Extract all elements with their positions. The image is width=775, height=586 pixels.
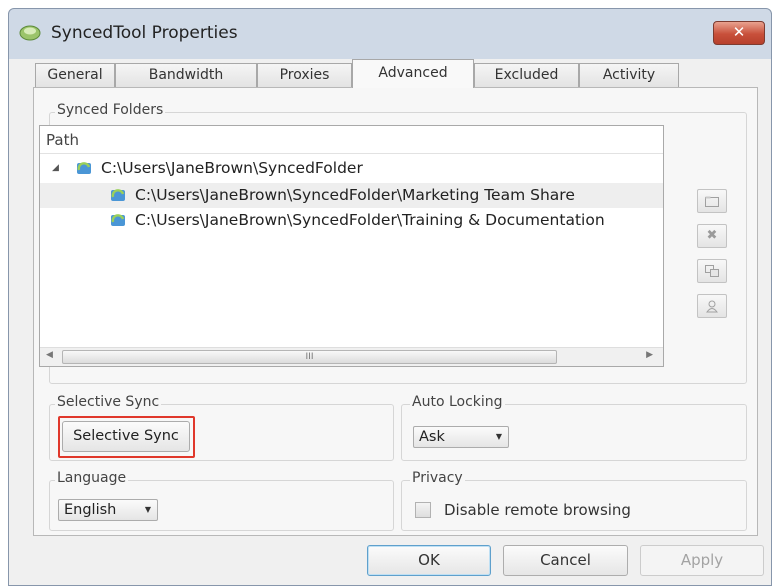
auto-locking-select[interactable]: Ask ▼	[413, 426, 509, 448]
tab-proxies[interactable]: Proxies	[257, 63, 352, 87]
cancel-button[interactable]: Cancel	[503, 545, 628, 576]
tab-advanced[interactable]: Advanced	[352, 59, 474, 88]
window-title: SyncedTool Properties	[51, 23, 238, 43]
folder-icon	[705, 196, 719, 207]
synced-folder-icon	[111, 189, 125, 201]
close-icon: ✕	[732, 23, 746, 41]
synced-folders-tree[interactable]: Path ◢ C:\Users\JaneBrown\SyncedFolder C…	[39, 125, 664, 367]
close-button[interactable]: ✕	[713, 21, 765, 45]
synced-folders-label: Synced Folders	[55, 102, 166, 118]
folder-path: C:\Users\JaneBrown\SyncedFolder\Marketin…	[135, 186, 575, 204]
scroll-grip-icon: III	[305, 352, 314, 362]
scroll-thumb[interactable]: III	[62, 350, 557, 364]
tab-bandwidth[interactable]: Bandwidth	[115, 63, 257, 87]
copy-folder-button[interactable]	[697, 259, 727, 283]
selective-sync-label: Selective Sync	[55, 394, 162, 410]
scroll-left-icon[interactable]: ◀	[46, 350, 53, 360]
auto-locking-label: Auto Locking	[410, 394, 505, 410]
dropdown-arrow-icon: ▼	[144, 505, 151, 514]
language-label: Language	[55, 470, 129, 486]
tab-activity[interactable]: Activity	[579, 63, 679, 87]
privacy-label: Privacy	[410, 470, 465, 486]
scroll-right-icon[interactable]: ▶	[646, 350, 653, 360]
dialog-client-area: General Bandwidth Proxies Advanced Exclu…	[9, 59, 771, 585]
collapse-arrow-icon[interactable]: ◢	[52, 156, 59, 181]
folder-path: C:\Users\JaneBrown\SyncedFolder	[101, 159, 363, 177]
tree-row[interactable]: C:\Users\JaneBrown\SyncedFolder\Marketin…	[40, 183, 663, 208]
tree-row[interactable]: C:\Users\JaneBrown\SyncedFolder\Training…	[40, 208, 663, 233]
horizontal-scrollbar[interactable]: ◀ III ▶	[40, 347, 663, 366]
tree-row[interactable]: ◢ C:\Users\JaneBrown\SyncedFolder	[40, 156, 663, 181]
tab-excluded[interactable]: Excluded	[474, 63, 579, 87]
app-icon	[19, 25, 41, 41]
disable-remote-browsing-checkbox[interactable]	[415, 502, 431, 518]
properties-window: SyncedTool Properties ✕ General Bandwidt…	[8, 8, 772, 586]
folder-path: C:\Users\JaneBrown\SyncedFolder\Training…	[135, 211, 605, 229]
language-select[interactable]: English ▼	[58, 499, 158, 521]
remove-folder-button[interactable]: ✖	[697, 224, 727, 248]
copy-icon	[705, 265, 719, 277]
remove-icon: ✖	[706, 228, 718, 243]
dropdown-arrow-icon: ▼	[495, 432, 502, 441]
ok-button[interactable]: OK	[367, 545, 491, 576]
user-icon	[706, 300, 718, 313]
synced-folder-icon	[77, 162, 91, 174]
share-user-button[interactable]	[697, 294, 727, 318]
apply-button[interactable]: Apply	[640, 545, 764, 576]
path-column-header[interactable]: Path	[40, 126, 663, 154]
disable-remote-browsing-label[interactable]: Disable remote browsing	[444, 501, 631, 519]
selective-sync-button[interactable]: Selective Sync	[62, 421, 190, 452]
synced-folder-icon	[111, 214, 125, 226]
add-folder-button[interactable]	[697, 189, 727, 213]
title-bar[interactable]: SyncedTool Properties ✕	[9, 9, 771, 59]
tab-general[interactable]: General	[35, 63, 115, 87]
